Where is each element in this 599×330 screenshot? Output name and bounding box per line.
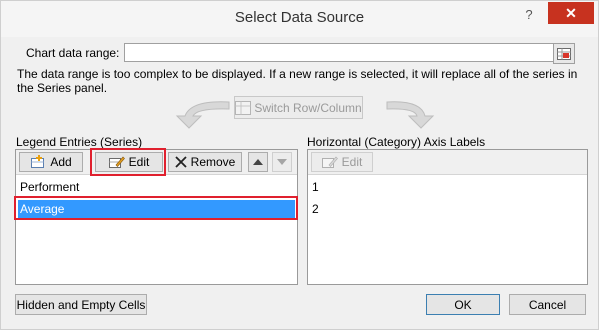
chart-data-range-label: Chart data range: bbox=[26, 46, 120, 60]
curved-arrow-down-left-icon bbox=[175, 101, 230, 129]
close-button[interactable]: ✕ bbox=[548, 2, 594, 24]
edit-button-highlight bbox=[90, 148, 166, 176]
add-series-button[interactable]: Add bbox=[19, 152, 83, 172]
move-down-button[interactable] bbox=[272, 152, 292, 172]
remove-label: Remove bbox=[190, 155, 236, 169]
axis-labels-panel: Edit 1 2 bbox=[307, 149, 588, 285]
triangle-up-icon bbox=[253, 159, 263, 165]
chart-data-range-input[interactable] bbox=[124, 43, 559, 62]
help-button[interactable]: ? bbox=[519, 7, 539, 25]
axis-label-item[interactable]: 1 bbox=[310, 178, 584, 196]
remove-series-button[interactable]: Remove bbox=[168, 152, 242, 172]
series-list-item[interactable]: Performent bbox=[18, 178, 295, 196]
switch-row-column-button[interactable]: Switch Row/Column bbox=[234, 96, 363, 119]
title-bar: Select Data Source ? ✕ bbox=[1, 1, 598, 37]
collapse-range-icon bbox=[557, 47, 571, 60]
select-data-source-dialog: Select Data Source ? ✕ Chart data range:… bbox=[0, 0, 599, 330]
triangle-down-icon bbox=[277, 159, 287, 165]
edit-axis-icon bbox=[321, 156, 338, 168]
switch-row-column-icon bbox=[235, 100, 252, 115]
curved-arrow-down-right-icon bbox=[386, 101, 435, 129]
axis-edit-label: Edit bbox=[341, 155, 363, 169]
range-warning-text: The data range is too complex to be disp… bbox=[17, 67, 578, 95]
ok-button[interactable]: OK bbox=[426, 294, 500, 315]
axis-toolbar: Edit bbox=[308, 150, 587, 175]
hidden-empty-cells-button[interactable]: Hidden and Empty Cells bbox=[15, 294, 147, 315]
axis-labels-heading: Horizontal (Category) Axis Labels bbox=[307, 135, 486, 149]
legend-entries-heading: Legend Entries (Series) bbox=[16, 135, 143, 149]
cancel-button[interactable]: Cancel bbox=[509, 294, 586, 315]
move-up-button[interactable] bbox=[248, 152, 268, 172]
axis-label-item[interactable]: 2 bbox=[310, 200, 584, 218]
edit-axis-labels-button[interactable]: Edit bbox=[311, 152, 373, 172]
dialog-title: Select Data Source bbox=[234, 9, 365, 26]
switch-row-column-label: Switch Row/Column bbox=[254, 100, 362, 115]
average-row-highlight bbox=[14, 196, 298, 220]
remove-x-icon bbox=[175, 156, 187, 168]
add-series-icon bbox=[31, 155, 45, 168]
range-selector-button[interactable] bbox=[553, 43, 575, 64]
add-label: Add bbox=[50, 155, 72, 169]
